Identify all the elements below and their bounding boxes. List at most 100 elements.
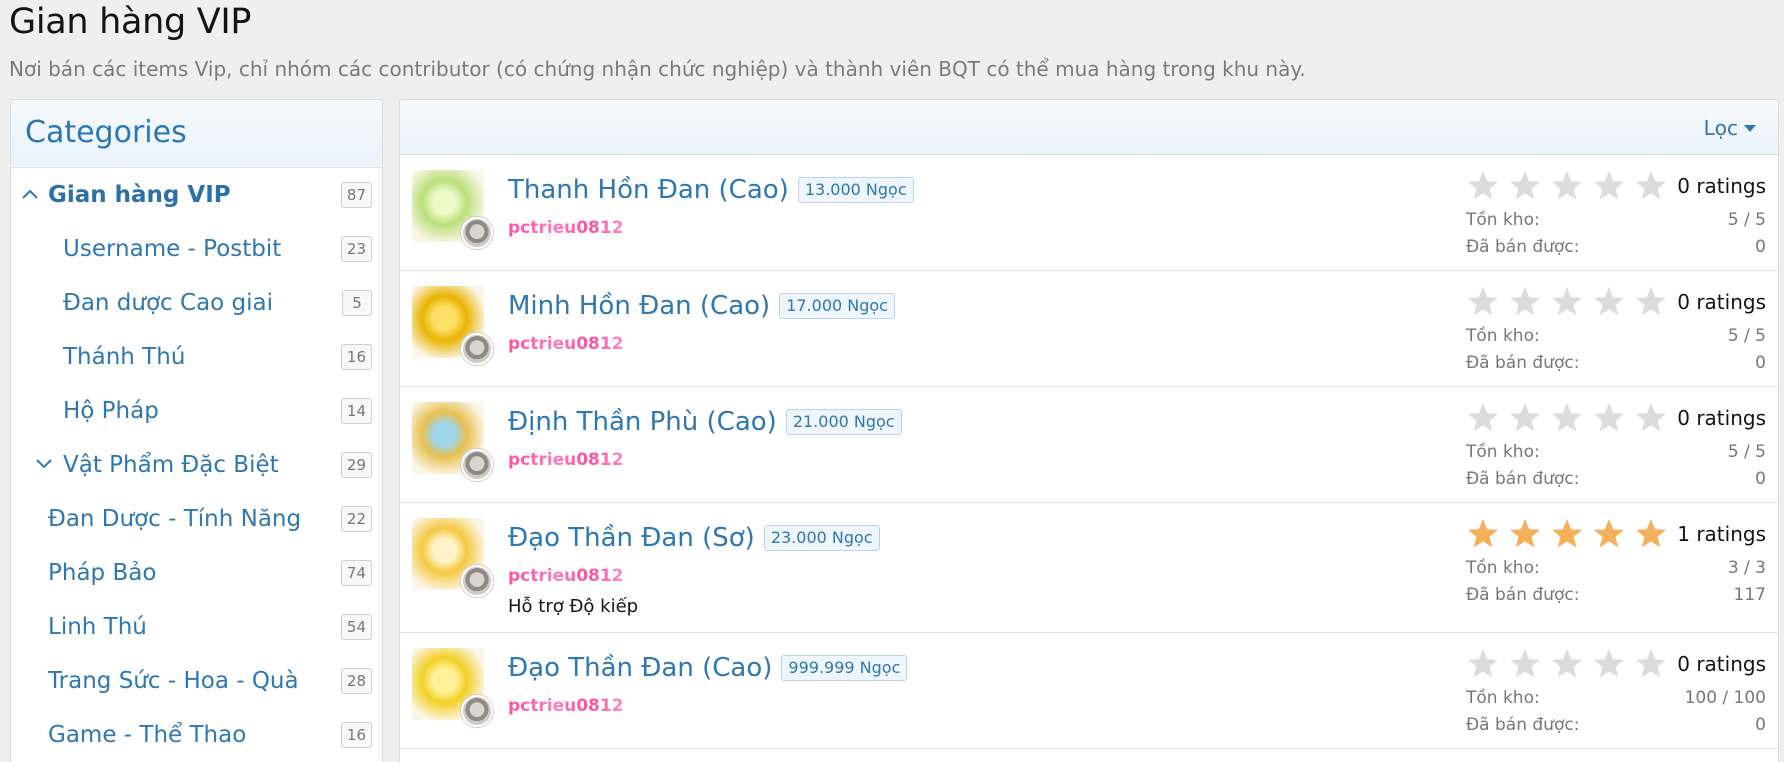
sidebar-category-item[interactable]: Hộ Pháp 14 [11,384,382,438]
star-icon[interactable] [1592,647,1626,681]
rating-stars[interactable] [1466,647,1668,681]
category-count-badge: 23 [340,236,372,262]
rating-stars[interactable] [1466,517,1668,551]
sidebar-header: Categories [11,100,382,168]
chevron-up-icon[interactable] [21,185,39,203]
star-icon[interactable] [1634,517,1668,551]
category-count-badge: 16 [340,722,372,748]
category-count-badge: 16 [340,344,372,370]
star-icon[interactable] [1634,285,1668,319]
sold-value: 0 [1755,715,1766,735]
stock-value: 3 / 3 [1727,558,1766,578]
category-label: Username - Postbit [63,236,282,262]
seller-name-link[interactable]: pctrieu0812 [508,450,624,470]
page-title: Gian hàng VIP [9,2,252,42]
category-label: Game - Thể Thao [48,722,247,748]
rating-block: 1 ratings Tồn kho: 3 / 3 Đã bán được: 117 [1466,517,1766,607]
star-icon[interactable] [1634,401,1668,435]
page-description: Nơi bán các items Vip, chỉ nhóm các cont… [9,57,1306,81]
star-icon[interactable] [1508,285,1542,319]
category-label: Hộ Pháp [63,398,159,424]
star-icon[interactable] [1550,285,1584,319]
star-icon[interactable] [1466,517,1500,551]
category-label: Trang Sức - Hoa - Quà [48,668,299,694]
product-title-line: Đạo Thần Đan (Cao) 999.999 Ngọc [508,653,908,683]
sold-label: Đã bán được: [1466,469,1580,489]
star-icon[interactable] [1508,401,1542,435]
rating-stars[interactable] [1466,169,1668,203]
sold-label: Đã bán được: [1466,715,1580,735]
sidebar-category-item[interactable]: Game - Thể Thao 16 [11,708,382,762]
rating-stars[interactable] [1466,285,1668,319]
star-icon[interactable] [1550,169,1584,203]
sold-label: Đã bán được: [1466,237,1580,257]
categories-sidebar: Categories Gian hàng VIP 87 Username - Pos… [10,99,383,762]
star-icon[interactable] [1508,647,1542,681]
product-list-panel: Lọc Thanh Hồn Đan (Cao) 13.000 Ngọc pctrie… [399,99,1779,762]
sidebar-category-item[interactable]: Đan dược Cao giai 5 [11,276,382,330]
stock-value: 5 / 5 [1727,210,1766,230]
sold-row: Đã bán được: 0 [1466,353,1766,373]
sidebar-category-item[interactable]: Đan Dược - Tính Năng 22 [11,492,382,546]
sidebar-category-item[interactable]: Thánh Thú 16 [11,330,382,384]
seller-name-link[interactable]: pctrieu0812 [508,334,624,354]
sidebar-category-item[interactable]: Username - Postbit 23 [11,222,382,276]
price-badge: 13.000 Ngọc [797,177,914,203]
stock-row: Tồn kho: 3 / 3 [1466,558,1766,578]
product-title-line: Thanh Hồn Đan (Cao) 13.000 Ngọc [508,175,914,205]
sidebar-category-item[interactable]: Trang Sức - Hoa - Quà 28 [11,654,382,708]
rating-block: 0 ratings Tồn kho: 5 / 5 Đã bán được: 0 [1466,285,1766,375]
star-icon[interactable] [1466,285,1500,319]
category-count-badge: 22 [340,506,372,532]
product-row: Định Thần Phù (Cao) 21.000 Ngọc pctrieu081… [400,387,1778,503]
chevron-down-icon[interactable] [35,455,53,473]
star-icon[interactable] [1550,401,1584,435]
price-badge: 17.000 Ngọc [779,293,895,319]
category-count-badge: 74 [340,560,372,586]
seller-name-link[interactable]: pctrieu0812 [508,566,624,586]
seller-name-link[interactable]: pctrieu0812 [508,218,624,238]
star-icon[interactable] [1634,169,1668,203]
star-icon[interactable] [1466,647,1500,681]
stock-label: Tồn kho: [1466,442,1540,462]
star-icon[interactable] [1550,517,1584,551]
star-icon[interactable] [1466,401,1500,435]
sidebar-category-item[interactable]: Pháp Bảo 74 [11,546,382,600]
product-name-link[interactable]: Định Thần Phù (Cao) [508,407,777,437]
star-icon[interactable] [1592,285,1626,319]
sidebar-category-item[interactable]: Gian hàng VIP 87 [11,168,382,222]
star-icon[interactable] [1508,517,1542,551]
star-icon[interactable] [1634,647,1668,681]
seller-avatar[interactable] [461,333,493,365]
product-title-line: Định Thần Phù (Cao) 21.000 Ngọc [508,407,902,437]
rating-stars[interactable] [1466,401,1668,435]
seller-avatar[interactable] [461,449,493,481]
product-name-link[interactable]: Đạo Thần Đan (Sơ) [508,523,755,553]
sold-row: Đã bán được: 117 [1466,585,1766,605]
star-icon[interactable] [1592,517,1626,551]
star-icon[interactable] [1508,169,1542,203]
seller-avatar[interactable] [461,695,493,727]
product-name-link[interactable]: Đạo Thần Đan (Cao) [508,653,772,683]
product-name-link[interactable]: Thanh Hồn Đan (Cao) [508,175,789,205]
ratings-count: 0 ratings [1677,406,1766,430]
seller-avatar[interactable] [461,217,493,249]
star-icon[interactable] [1550,647,1584,681]
product-title-line: Minh Hồn Đan (Cao) 17.000 Ngọc [508,291,895,321]
product-row: Thanh Hồn Đan (Cao) 13.000 Ngọc pctrieu081… [400,155,1778,271]
stock-value: 5 / 5 [1727,442,1766,462]
sidebar-category-item[interactable]: Linh Thú 54 [11,600,382,654]
seller-avatar[interactable] [461,565,493,597]
star-icon[interactable] [1592,169,1626,203]
star-icon[interactable] [1592,401,1626,435]
sold-row: Đã bán được: 0 [1466,237,1766,257]
product-title-line: Đạo Thần Đan (Sơ) 23.000 Ngọc [508,523,880,553]
rating-block: 0 ratings Tồn kho: 5 / 5 Đã bán được: 0 [1466,401,1766,491]
star-icon[interactable] [1466,169,1500,203]
filter-button[interactable]: Lọc [1704,116,1756,140]
product-name-link[interactable]: Minh Hồn Đan (Cao) [508,291,770,321]
sidebar-category-item[interactable]: Vật Phẩm Đặc Biệt 29 [11,438,382,492]
stock-label: Tồn kho: [1466,558,1540,578]
category-count-badge: 5 [342,290,372,316]
seller-name-link[interactable]: pctrieu0812 [508,696,624,716]
